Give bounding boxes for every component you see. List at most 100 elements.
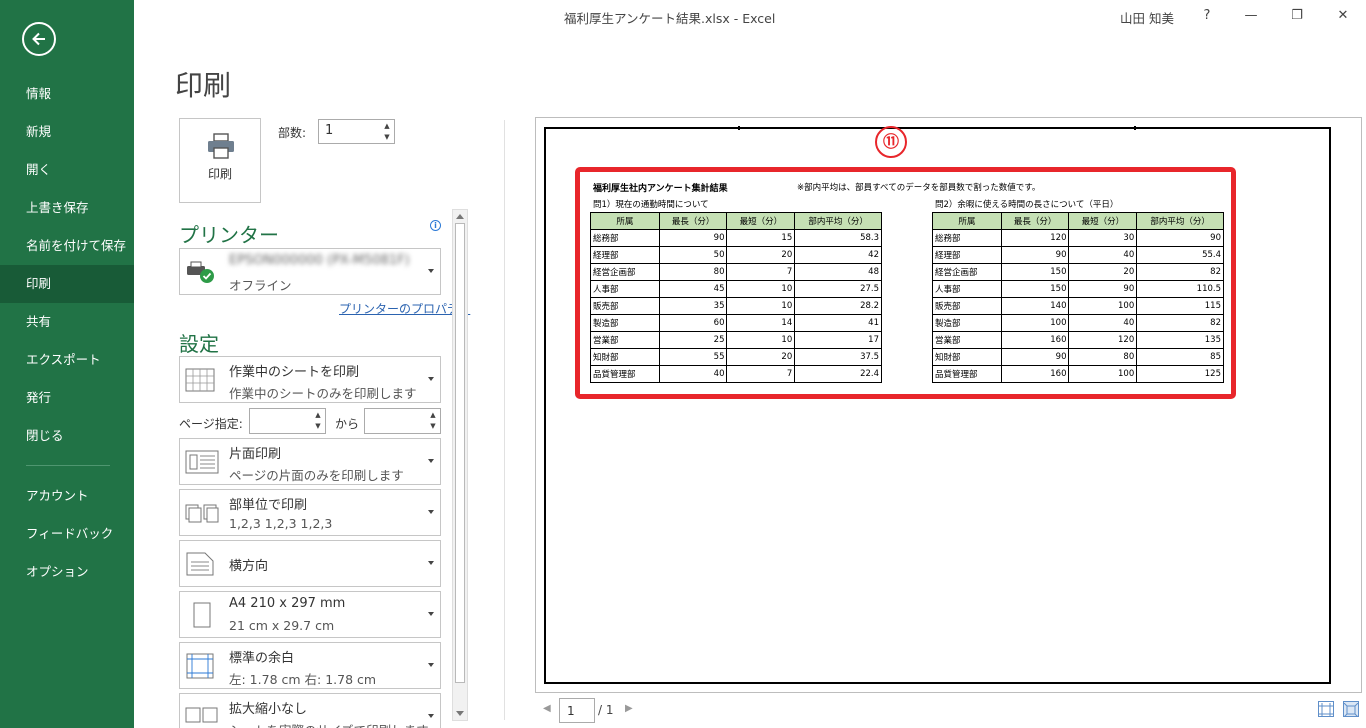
nav-account[interactable]: アカウント (0, 477, 134, 515)
collate-icon (185, 504, 219, 522)
next-page-icon[interactable]: ▶ (625, 703, 633, 714)
chevron-down-icon (428, 662, 434, 667)
nav-save-as[interactable]: 名前を付けて保存 (0, 227, 134, 265)
minimize-button[interactable]: — (1237, 4, 1265, 28)
nav-info[interactable]: 情報 (0, 75, 134, 113)
nav-close[interactable]: 閉じる (0, 417, 134, 455)
nav-print[interactable]: 印刷 (0, 265, 134, 303)
collation-desc: 1,2,3 1,2,3 1,2,3 (229, 516, 333, 531)
help-button[interactable]: ? (1193, 4, 1221, 28)
page-total: / 1 (598, 703, 614, 717)
scroll-down-icon[interactable] (456, 711, 464, 716)
pane-divider (504, 120, 505, 720)
scroll-thumb[interactable] (455, 223, 465, 683)
printer-name: EPSON000000 (PX-M5081F) (229, 253, 410, 268)
landscape-icon (186, 552, 214, 575)
scaling-dropdown[interactable]: 拡大縮小なし シートを実際のサイズで印刷します (179, 693, 441, 728)
chevron-down-icon (428, 509, 434, 514)
backstage-sidebar: 情報 新規 開く 上書き保存 名前を付けて保存 印刷 共有 エクスポート 発行 … (0, 0, 134, 728)
page-from-up-icon[interactable]: ▲ (311, 410, 325, 421)
sides-label: 片面印刷 (229, 447, 282, 462)
copies-value: 1 (325, 123, 334, 138)
scaling-label: 拡大縮小なし (229, 702, 308, 717)
settings-section-title: 設定 (179, 332, 219, 356)
print-button[interactable]: 印刷 (179, 118, 261, 203)
chevron-down-icon (428, 458, 434, 463)
page-number-input[interactable]: 1 (559, 698, 595, 723)
printer-status: オフライン (229, 278, 292, 293)
paper-icon (193, 602, 211, 627)
copies-input[interactable]: 1 ▲ ▼ (318, 119, 395, 144)
sheet-grid-icon (185, 368, 215, 391)
page-break-marker (738, 126, 740, 130)
orientation-dropdown[interactable]: 横方向 (179, 540, 441, 587)
page-to-label: から (335, 417, 360, 431)
title-bar: 福利厚生アンケート結果.xlsx - Excel 山田 知美 ? — ❐ ✕ (134, 0, 1366, 32)
user-name[interactable]: 山田 知美 (1120, 8, 1174, 27)
printer-properties-link[interactable]: プリンターのプロパティ (339, 300, 470, 317)
margins-label: 標準の余白 (229, 651, 295, 666)
nav-export[interactable]: エクスポート (0, 341, 134, 379)
collation-dropdown[interactable]: 部単位で印刷 1,2,3 1,2,3 1,2,3 (179, 489, 441, 536)
chevron-down-icon (428, 713, 434, 718)
page-to-input[interactable]: ▲ ▼ (364, 408, 441, 434)
margins-dropdown[interactable]: 標準の余白 左: 1.78 cm 右: 1.78 cm (179, 642, 441, 689)
page-spec-label: ページ指定: (179, 417, 243, 431)
excel-backstage-print: 情報 新規 開く 上書き保存 名前を付けて保存 印刷 共有 エクスポート 発行 … (0, 0, 1366, 728)
chevron-down-icon (428, 376, 434, 381)
margins-desc: 左: 1.78 cm 右: 1.78 cm (229, 672, 377, 687)
nav-publish[interactable]: 発行 (0, 379, 134, 417)
close-button[interactable]: ✕ (1329, 4, 1357, 28)
prev-page-icon[interactable]: ◀ (543, 703, 551, 714)
info-icon[interactable]: i (430, 220, 441, 231)
nav-save[interactable]: 上書き保存 (0, 189, 134, 227)
printer-dropdown[interactable]: EPSON000000 (PX-M5081F) オフライン (179, 248, 441, 295)
print-what-label: 作業中のシートを印刷 (229, 365, 360, 380)
printer-section-title: プリンター (179, 223, 279, 247)
page-to-down-icon[interactable]: ▼ (426, 421, 440, 432)
page-break-marker (1134, 126, 1136, 130)
one-sided-icon (185, 450, 219, 473)
chevron-down-icon (428, 611, 434, 616)
nav-open[interactable]: 開く (0, 151, 134, 189)
back-arrow-icon (32, 32, 45, 46)
margins-icon (186, 653, 214, 678)
chevron-down-icon (428, 560, 434, 565)
printer-icon (208, 133, 234, 159)
window-title: 福利厚生アンケート結果.xlsx - Excel (564, 11, 776, 26)
nav-feedback[interactable]: フィードバック (0, 515, 134, 553)
settings-scrollbar[interactable] (452, 209, 468, 721)
print-what-dropdown[interactable]: 作業中のシートを印刷 作業中のシートのみを印刷します (179, 356, 441, 403)
scaling-desc: シートを実際のサイズで印刷します (229, 720, 429, 728)
page-from-down-icon[interactable]: ▼ (311, 421, 325, 432)
show-margins-icon[interactable] (1318, 701, 1334, 717)
nav-new[interactable]: 新規 (0, 113, 134, 151)
nav-share[interactable]: 共有 (0, 303, 134, 341)
printer-status-icon (187, 261, 214, 283)
paper-size-dropdown[interactable]: A4 210 x 297 mm 21 cm x 29.7 cm (179, 591, 441, 638)
restore-button[interactable]: ❐ (1283, 4, 1311, 28)
print-button-label: 印刷 (207, 167, 232, 181)
copies-up-icon[interactable]: ▲ (380, 121, 394, 132)
copies-down-icon[interactable]: ▼ (380, 132, 394, 143)
back-button[interactable] (22, 22, 56, 56)
nav-options[interactable]: オプション (0, 553, 134, 591)
page-to-up-icon[interactable]: ▲ (426, 410, 440, 421)
highlight-box (575, 167, 1236, 399)
copies-label: 部数: (278, 126, 307, 140)
paper-size-desc: 21 cm x 29.7 cm (229, 618, 335, 633)
scaling-icon (185, 707, 218, 722)
page-from-input[interactable]: ▲ ▼ (249, 408, 326, 434)
sides-dropdown[interactable]: 片面印刷 ページの片面のみを印刷します (179, 438, 441, 485)
zoom-to-page-icon[interactable] (1343, 701, 1359, 718)
step-marker: ⑪ (875, 126, 907, 158)
chevron-down-icon (428, 268, 434, 273)
scroll-up-icon[interactable] (456, 214, 464, 219)
page-title: 印刷 (175, 69, 232, 102)
orientation-label: 横方向 (229, 559, 269, 574)
print-what-desc: 作業中のシートのみを印刷します (229, 386, 417, 401)
paper-size-label: A4 210 x 297 mm (229, 596, 346, 611)
nav-divider (26, 465, 110, 466)
sides-desc: ページの片面のみを印刷します (229, 468, 404, 483)
collation-label: 部単位で印刷 (229, 498, 308, 513)
